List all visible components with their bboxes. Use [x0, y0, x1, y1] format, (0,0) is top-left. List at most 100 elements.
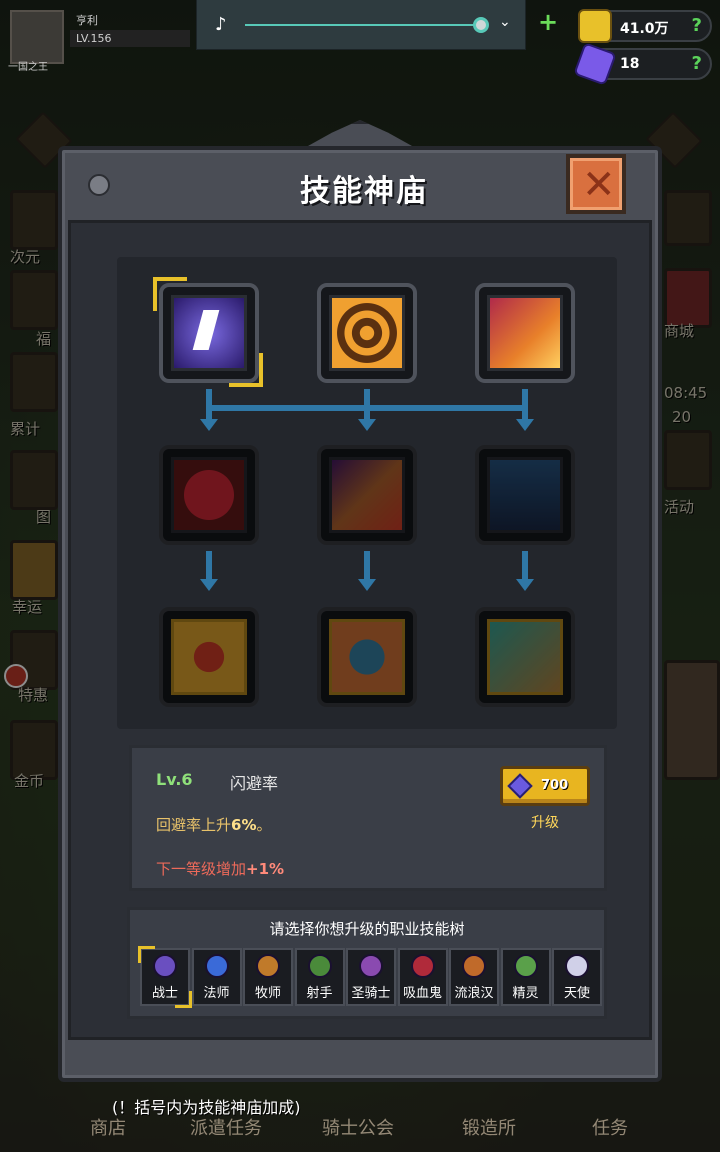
class-icon [204, 954, 229, 978]
skill-node-shield[interactable] [317, 607, 417, 707]
gold-currency: 41.0万 ? [578, 9, 712, 43]
skill-node-cloak[interactable] [475, 445, 575, 545]
skill-description: 回避率上升6%。 [156, 814, 272, 835]
arrow-head [358, 419, 376, 431]
class-icon [256, 954, 280, 978]
class-button[interactable]: 精灵 [500, 948, 551, 1006]
class-button[interactable]: 圣骑士 [346, 948, 396, 1006]
desc-prefix: 回避率上升 [156, 816, 232, 834]
class-selector-panel: 请选择你想升级的职业技能树 战士 法师 牧师 射手 圣骑士 吸血鬼 流浪汉 精灵 天使 [127, 907, 607, 1019]
skill-node-target[interactable] [317, 283, 417, 383]
player-name: 亨利 [76, 14, 98, 27]
player-info[interactable]: 亨利 LV.156 一国之王 [8, 6, 190, 73]
skill-node-armor[interactable] [159, 607, 259, 707]
class-icon [565, 954, 589, 978]
class-icon [359, 954, 383, 978]
next-level-description: 下一等级增加+1% [156, 858, 284, 879]
connector [206, 389, 212, 419]
chevron-down-icon[interactable]: ⌄ [499, 14, 511, 30]
nav-quest[interactable]: 任务 [592, 1114, 628, 1140]
sword-icon [487, 619, 563, 695]
cross-icon [171, 457, 247, 533]
skill-name: 闪避率 [230, 774, 279, 793]
desc-suffix: 。 [256, 816, 272, 834]
skill-node-dodge[interactable] [159, 283, 259, 383]
arrow-head [200, 419, 218, 431]
class-label: 射手 [306, 986, 333, 1001]
skill-tree [117, 257, 617, 729]
skill-node-heal[interactable] [159, 445, 259, 545]
connector [364, 551, 370, 581]
upgrade-button[interactable]: 700 [500, 766, 590, 806]
class-selector-title: 请选择你想升级的职业技能树 [269, 920, 465, 938]
gold-help-button[interactable]: ? [692, 15, 702, 36]
cloak-icon [487, 457, 563, 533]
volume-slider-knob[interactable] [473, 17, 489, 33]
close-icon: ✕ [582, 162, 616, 208]
connector [206, 551, 212, 581]
class-label: 流浪汉 [454, 986, 494, 1001]
connector [370, 405, 528, 411]
gem-help-button[interactable]: ? [692, 53, 702, 74]
connector [522, 551, 528, 581]
connector [206, 405, 370, 411]
arrow-head [200, 579, 218, 591]
shield-icon [329, 619, 405, 695]
avatar[interactable] [10, 10, 64, 64]
gem-icon [507, 773, 533, 799]
target-icon [329, 295, 405, 371]
class-icon [513, 954, 538, 978]
next-value: +1% [246, 860, 285, 878]
arrow-head [516, 579, 534, 591]
desc-value: 6% [231, 816, 257, 834]
skill-level: Lv.6 [156, 770, 193, 789]
nav-shop[interactable]: 商店 [90, 1114, 126, 1140]
connector [522, 389, 528, 419]
class-label: 吸血鬼 [402, 986, 442, 1001]
class-selection-frame [138, 946, 192, 1008]
class-label: 圣骑士 [351, 986, 391, 1001]
class-button[interactable]: 天使 [552, 948, 602, 1006]
class-button[interactable]: 射手 [294, 948, 345, 1006]
gem-value: 18 [620, 56, 640, 72]
gold-coin-icon [578, 9, 612, 43]
player-level: LV.156 [70, 30, 190, 47]
class-label: 法师 [203, 986, 230, 1001]
class-icon [462, 954, 486, 978]
burst-icon [487, 295, 563, 371]
music-player: ♪ ⌄ [196, 0, 526, 50]
class-icon [410, 954, 435, 978]
connector [364, 389, 370, 419]
close-button[interactable]: ✕ [566, 154, 626, 214]
skill-info-panel: Lv.6 闪避率 回避率上升6%。 下一等级增加+1% 700 升级 [129, 745, 607, 891]
player-title: 一国之王 [8, 62, 48, 73]
class-button[interactable]: 法师 [191, 948, 242, 1006]
class-label: 牧师 [254, 986, 281, 1001]
class-button[interactable]: 吸血鬼 [397, 948, 448, 1006]
nav-guild[interactable]: 骑士公会 [322, 1114, 394, 1140]
club-icon [329, 457, 405, 533]
running-man-icon [171, 295, 247, 371]
skill-node-club[interactable] [317, 445, 417, 545]
upgrade-cost: 700 [541, 778, 569, 793]
class-label: 精灵 [512, 986, 539, 1001]
skill-node-burst[interactable] [475, 283, 575, 383]
nav-forge[interactable]: 锻造所 [462, 1114, 516, 1140]
modal-content: Lv.6 闪避率 回避率上升6%。 下一等级增加+1% 700 升级 请选择你想… [68, 220, 652, 1040]
armor-icon [171, 619, 247, 695]
nav-dispatch[interactable]: 派遣任务 [190, 1114, 262, 1140]
arrow-head [516, 419, 534, 431]
arrow-head [358, 579, 376, 591]
gem-currency: 18 ? [573, 42, 712, 86]
add-currency-button[interactable]: + [538, 8, 558, 36]
upgrade-label: 升级 [531, 815, 559, 831]
skill-node-sword[interactable] [475, 607, 575, 707]
skill-temple-modal: 技能神庙 ✕ Lv.6 闪避率 回避率上升6%。 下一等级增加+1% 700 升… [58, 146, 662, 1082]
class-label: 天使 [563, 986, 590, 1001]
gold-value: 41.0万 [620, 21, 669, 37]
next-prefix: 下一等级增加 [156, 860, 247, 878]
music-note-icon[interactable]: ♪ [215, 14, 227, 35]
class-button[interactable]: 牧师 [243, 948, 293, 1006]
volume-slider[interactable] [245, 24, 481, 26]
class-button[interactable]: 流浪汉 [449, 948, 499, 1006]
